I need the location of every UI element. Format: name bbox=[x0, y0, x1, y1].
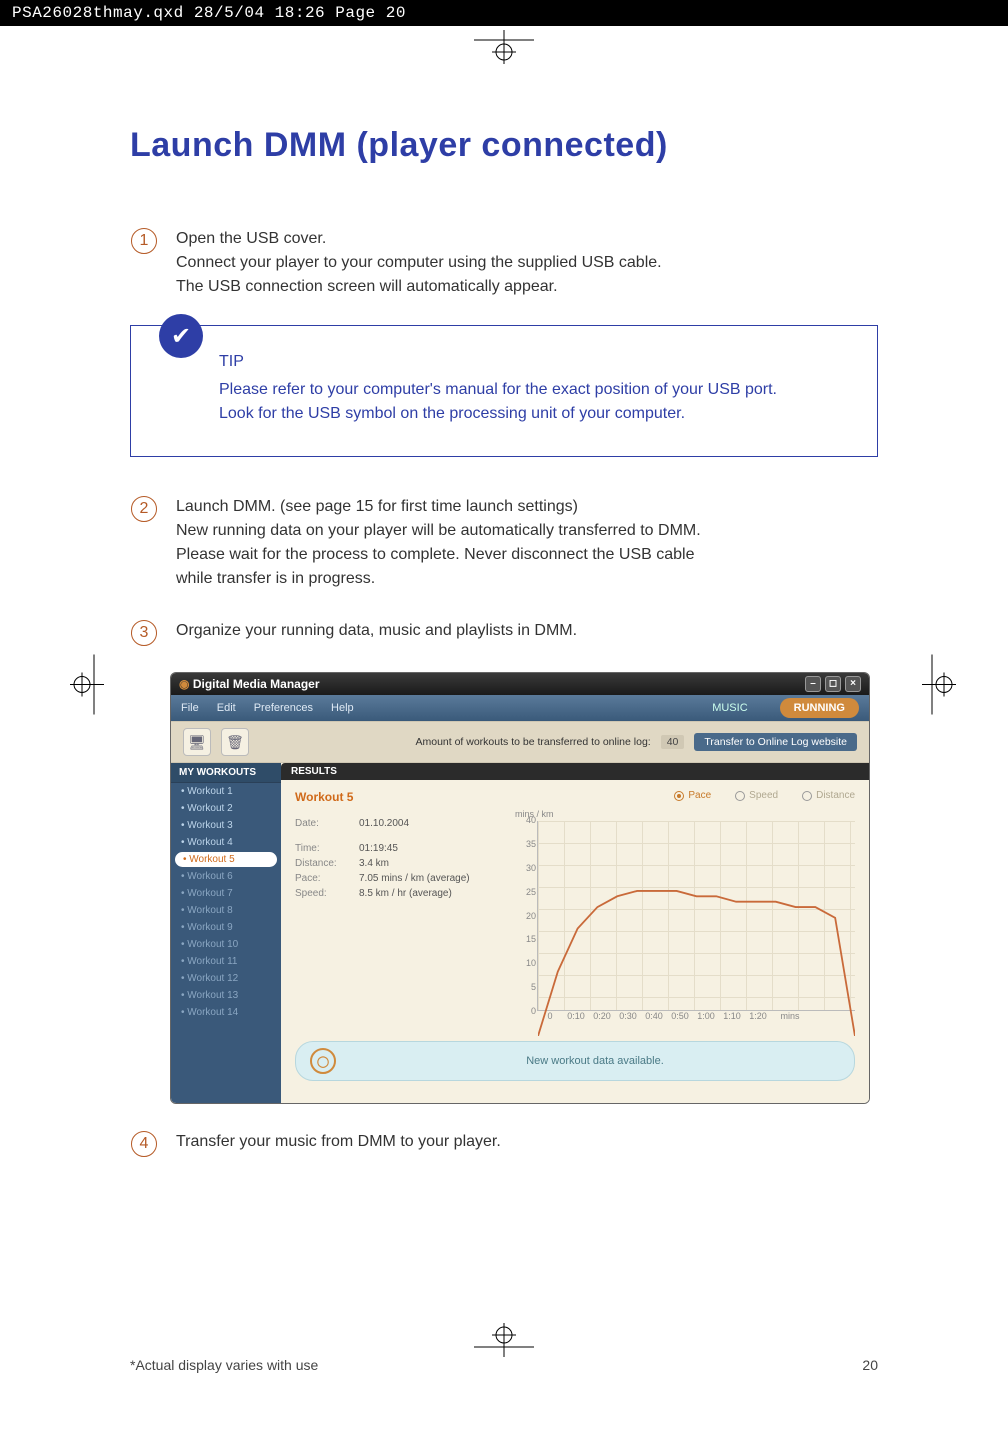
radio-distance[interactable]: Distance bbox=[802, 790, 855, 801]
step-2-text: Launch DMM. (see page 15 for first time … bbox=[176, 493, 701, 591]
tip-box: ✔ TIP Please refer to your computer's ma… bbox=[130, 325, 878, 457]
sidebar-item-workout[interactable]: • Workout 12 bbox=[171, 970, 281, 987]
sidebar-item-workout[interactable]: • Workout 14 bbox=[171, 1004, 281, 1021]
radio-pace[interactable]: Pace bbox=[674, 790, 711, 801]
sidebar-item-workout[interactable]: • Workout 13 bbox=[171, 987, 281, 1004]
step-number-3: 3 bbox=[130, 617, 158, 646]
minimize-button[interactable]: – bbox=[805, 676, 821, 692]
sidebar-item-workout[interactable]: • Workout 3 bbox=[171, 817, 281, 834]
dmm-menubar: File Edit Preferences Help MUSIC RUNNING bbox=[171, 695, 869, 721]
sidebar-item-workout[interactable]: • Workout 5 bbox=[175, 852, 277, 867]
maximize-button[interactable]: ◻ bbox=[825, 676, 841, 692]
lab-time: Time: bbox=[295, 843, 351, 854]
menu-preferences[interactable]: Preferences bbox=[254, 702, 313, 714]
dmm-titlebar: ◉ Digital Media Manager – ◻ × bbox=[171, 673, 869, 695]
sidebar-item-workout[interactable]: • Workout 8 bbox=[171, 902, 281, 919]
sidebar-item-workout[interactable]: • Workout 2 bbox=[171, 800, 281, 817]
transfer-count-label: Amount of workouts to be transferred to … bbox=[415, 736, 650, 748]
step-number-4: 4 bbox=[130, 1128, 158, 1157]
lab-speed: Speed: bbox=[295, 888, 351, 899]
step-1: 1 Open the USB cover. Connect your playe… bbox=[130, 225, 878, 299]
results-header: RESULTS bbox=[281, 763, 869, 780]
val-date: 01.10.2004 bbox=[359, 818, 409, 829]
menu-help[interactable]: Help bbox=[331, 702, 354, 714]
registration-mark-top bbox=[474, 30, 534, 64]
chart-ylabel: mins / km bbox=[515, 809, 855, 819]
sidebar-item-workout[interactable]: • Workout 10 bbox=[171, 936, 281, 953]
step-number-2: 2 bbox=[130, 493, 158, 522]
step-3: 3 Organize your running data, music and … bbox=[130, 617, 878, 646]
menu-file[interactable]: File bbox=[181, 702, 199, 714]
val-speed: 8.5 km / hr (average) bbox=[359, 888, 452, 899]
close-button[interactable]: × bbox=[845, 676, 861, 692]
radio-speed[interactable]: Speed bbox=[735, 790, 778, 801]
pace-chart: Pace Speed Distance mins / km 4035302520… bbox=[515, 790, 855, 1021]
checkmark-icon: ✔ bbox=[159, 314, 203, 358]
sidebar-header: MY WORKOUTS bbox=[171, 763, 281, 783]
workouts-sidebar: MY WORKOUTS • Workout 1• Workout 2• Work… bbox=[171, 763, 281, 1103]
step-1-text: Open the USB cover. Connect your player … bbox=[176, 225, 662, 299]
tab-music[interactable]: MUSIC bbox=[698, 698, 761, 718]
page-title: Launch DMM (player connected) bbox=[130, 126, 878, 165]
transfer-online-button[interactable]: Transfer to Online Log website bbox=[694, 733, 857, 751]
registration-mark-left bbox=[70, 654, 104, 719]
val-distance: 3.4 km bbox=[359, 858, 389, 869]
tab-running[interactable]: RUNNING bbox=[780, 698, 859, 718]
footnote: *Actual display varies with use bbox=[130, 1357, 318, 1373]
tip-body: Please refer to your computer's manual f… bbox=[219, 378, 853, 426]
registration-mark-right bbox=[922, 654, 956, 719]
sidebar-item-workout[interactable]: • Workout 4 bbox=[171, 834, 281, 851]
menu-edit[interactable]: Edit bbox=[217, 702, 236, 714]
page-number: 20 bbox=[862, 1357, 878, 1373]
registration-mark-bottom bbox=[474, 1323, 534, 1357]
workout-name: Workout 5 bbox=[295, 790, 495, 804]
sidebar-item-workout[interactable]: • Workout 9 bbox=[171, 919, 281, 936]
transfer-count-value: 40 bbox=[661, 735, 685, 749]
sidebar-item-workout[interactable]: • Workout 11 bbox=[171, 953, 281, 970]
print-header: PSA26028thmay.qxd 28/5/04 18:26 Page 20 bbox=[0, 0, 1008, 26]
sync-icon[interactable]: ◯ bbox=[310, 1048, 336, 1074]
lab-distance: Distance: bbox=[295, 858, 351, 869]
dmm-window: ◉ Digital Media Manager – ◻ × File Edit … bbox=[170, 672, 870, 1104]
val-pace: 7.05 mins / km (average) bbox=[359, 873, 470, 884]
device-icon[interactable]: 🖥 bbox=[183, 728, 211, 756]
lab-date: Date: bbox=[295, 818, 351, 829]
val-time: 01:19:45 bbox=[359, 843, 398, 854]
sidebar-item-workout[interactable]: • Workout 6 bbox=[171, 868, 281, 885]
status-bar: ◯ New workout data available. bbox=[295, 1041, 855, 1081]
workout-info: Workout 5 Date:01.10.2004 Time:01:19:45 … bbox=[295, 790, 495, 1021]
dmm-title: Digital Media Manager bbox=[193, 677, 320, 691]
status-text: New workout data available. bbox=[350, 1055, 840, 1067]
tip-label: TIP bbox=[219, 350, 853, 374]
step-4-text: Transfer your music from DMM to your pla… bbox=[176, 1128, 501, 1154]
lab-pace: Pace: bbox=[295, 873, 351, 884]
trash-icon[interactable]: 🗑 bbox=[221, 728, 249, 756]
step-4: 4 Transfer your music from DMM to your p… bbox=[130, 1128, 878, 1157]
step-2: 2 Launch DMM. (see page 15 for first tim… bbox=[130, 493, 878, 591]
step-number-1: 1 bbox=[130, 225, 158, 254]
step-3-text: Organize your running data, music and pl… bbox=[176, 617, 577, 643]
sidebar-item-workout[interactable]: • Workout 7 bbox=[171, 885, 281, 902]
app-logo-icon: ◉ bbox=[179, 677, 189, 691]
dmm-toolbar: 🖥 🗑 Amount of workouts to be transferred… bbox=[171, 721, 869, 763]
sidebar-item-workout[interactable]: • Workout 1 bbox=[171, 783, 281, 800]
